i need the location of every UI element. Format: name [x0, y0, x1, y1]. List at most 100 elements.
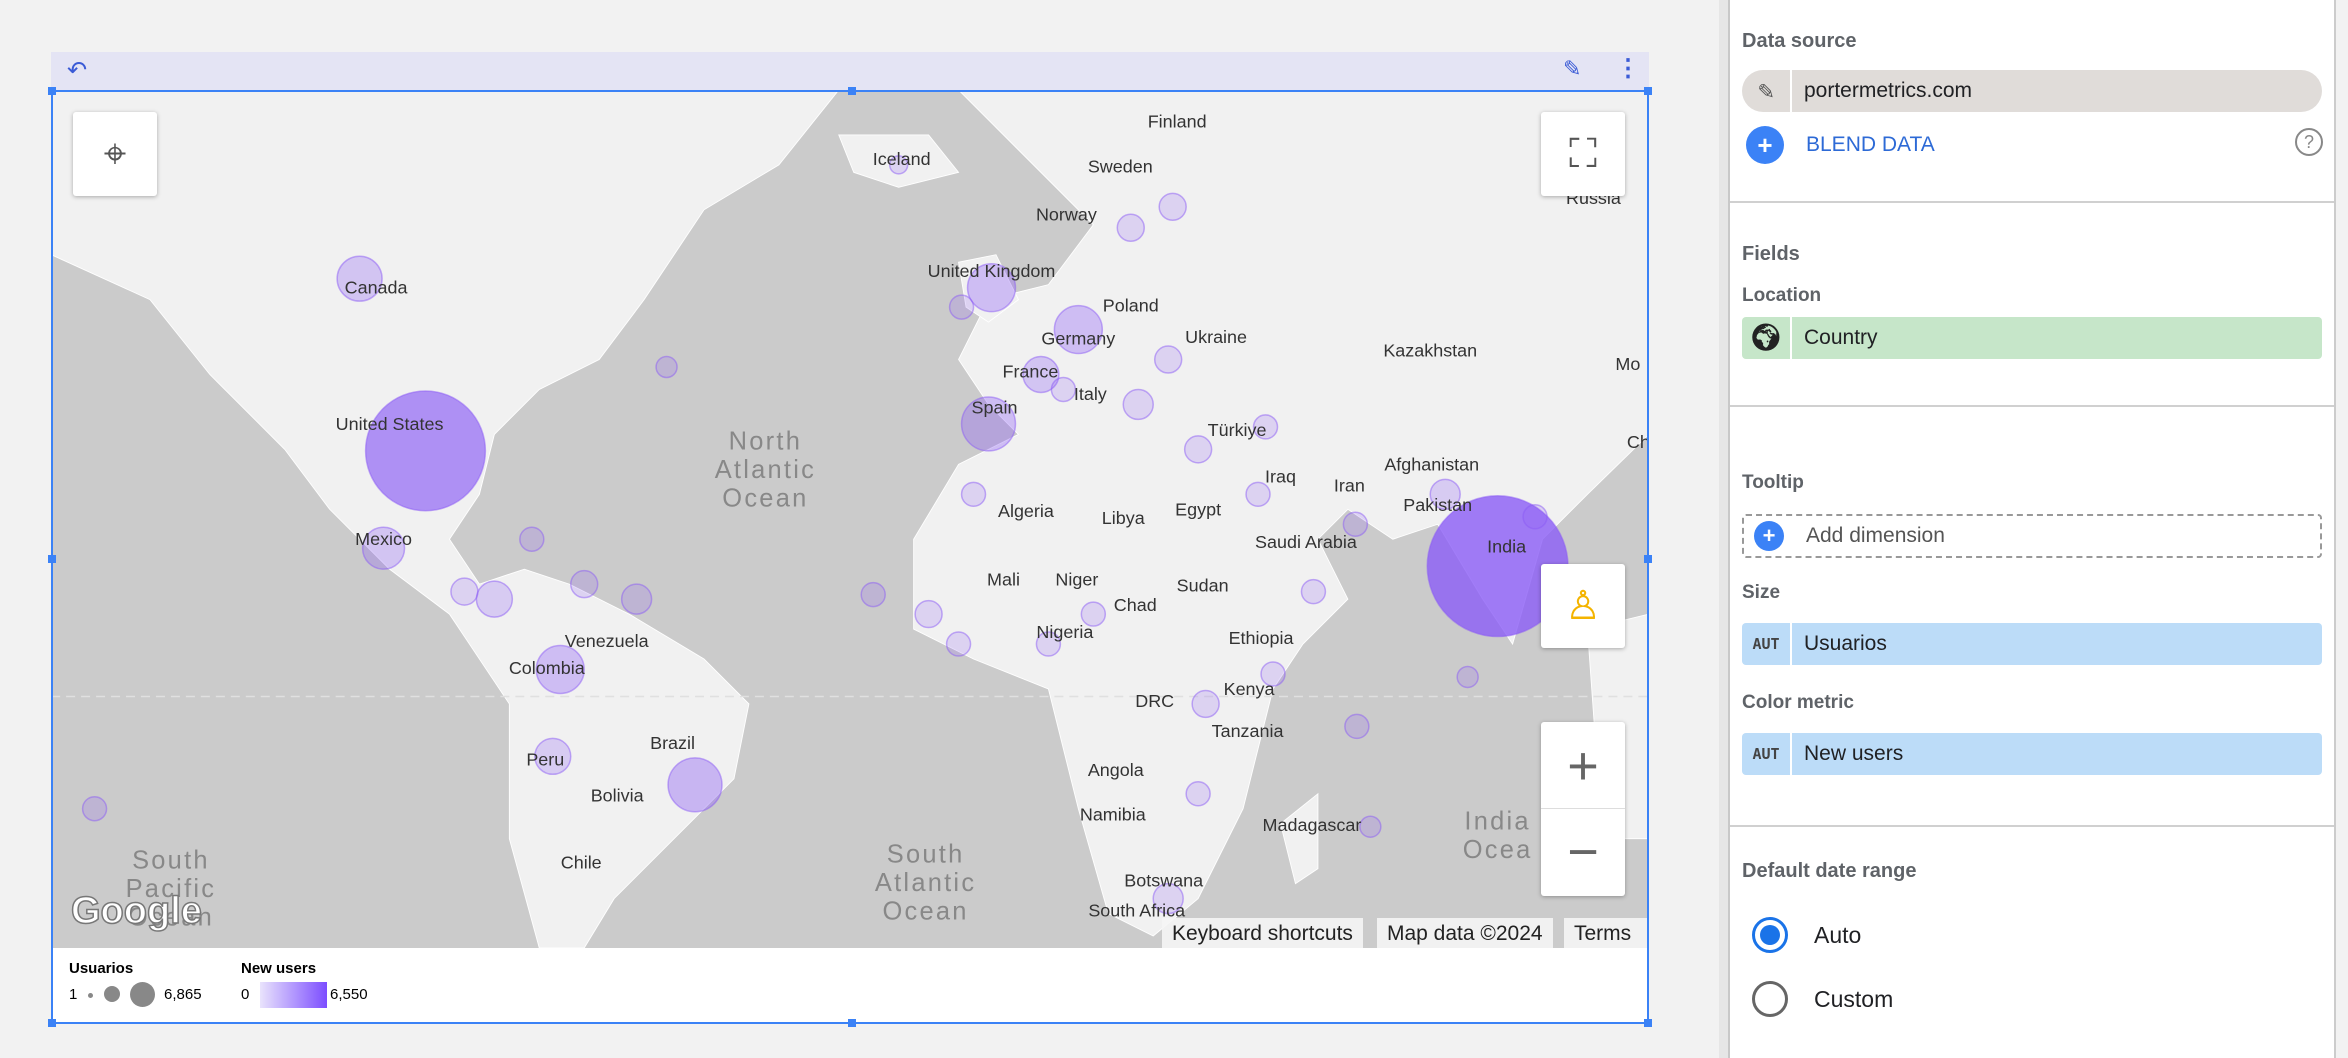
- size-metric-chip[interactable]: AUT Usuarios: [1742, 623, 2322, 665]
- country-label: Kazakhstan: [1383, 341, 1477, 361]
- location-field-chip[interactable]: 🌍︎ Country: [1742, 317, 2322, 359]
- radio-custom[interactable]: [1752, 981, 1788, 1017]
- keyboard-shortcuts-link[interactable]: Keyboard shortcuts: [1162, 918, 1363, 948]
- divider: [1730, 825, 2334, 827]
- help-icon[interactable]: ?: [2295, 128, 2323, 156]
- country-bubble[interactable]: [667, 757, 723, 813]
- bubble-map[interactable]: Finland Iceland Sweden Norway Russia Canada Un…: [51, 90, 1649, 948]
- undo-icon[interactable]: ↶: [67, 56, 87, 85]
- country-label: Mexico: [355, 529, 412, 549]
- panel-resize-bar[interactable]: [1719, 0, 1730, 1058]
- google-logo: Google: [70, 889, 202, 933]
- divider: [1730, 405, 2334, 407]
- country-label: Colombia: [509, 658, 585, 678]
- zoom-control: + −: [1541, 722, 1625, 896]
- size-legend-min: 1: [69, 986, 78, 1003]
- country-bubble[interactable]: [519, 526, 545, 552]
- country-bubble[interactable]: [1185, 781, 1211, 807]
- country-bubble[interactable]: [620, 583, 653, 615]
- color-gradient-bar: [260, 982, 327, 1008]
- zoom-out-button[interactable]: −: [1541, 809, 1625, 895]
- color-legend-title: New users: [241, 960, 317, 977]
- country-label: Saudi Arabia: [1255, 532, 1357, 552]
- size-metric-value: Usuarios: [1804, 632, 1887, 655]
- country-bubble[interactable]: [1116, 213, 1145, 242]
- country-bubble[interactable]: [1183, 435, 1213, 464]
- country-label: Botswana: [1124, 871, 1203, 891]
- country-bubble[interactable]: [1456, 665, 1479, 689]
- country-label: France: [1002, 361, 1058, 381]
- country-label: Iran: [1334, 475, 1365, 495]
- aggregation-type[interactable]: AUT: [1742, 733, 1792, 775]
- country-label: Poland: [1103, 296, 1159, 316]
- country-label: Niger: [1055, 570, 1098, 590]
- country-bubble[interactable]: [960, 481, 987, 508]
- country-bubble[interactable]: [1359, 815, 1382, 838]
- size-large-dot: [130, 982, 155, 1007]
- country-bubble[interactable]: [1344, 713, 1370, 740]
- color-legend-min: 0: [241, 986, 250, 1003]
- country-bubble[interactable]: [1153, 345, 1183, 374]
- country-bubble[interactable]: [1191, 689, 1220, 719]
- location-value: Country: [1804, 326, 1878, 349]
- country-label: Namibia: [1080, 805, 1146, 825]
- ocean-label: Ocean: [883, 898, 969, 926]
- country-label: Norway: [1036, 204, 1097, 224]
- country-bubble[interactable]: [81, 796, 108, 822]
- size-legend-max: 6,865: [164, 986, 202, 1003]
- add-dimension-button[interactable]: + Add dimension: [1742, 514, 2322, 558]
- chart-toolbar: ↶ ✎ ⋮: [51, 52, 1649, 90]
- country-bubble[interactable]: [1300, 578, 1327, 605]
- fullscreen-button[interactable]: ⛶: [1541, 112, 1625, 196]
- size-legend-title: Usuarios: [69, 960, 134, 977]
- country-bubble[interactable]: [450, 577, 479, 606]
- pegman-icon[interactable]: ♙: [1541, 564, 1625, 648]
- map-canvas[interactable]: FinlandIceland SwedenNorwayRussiaCanadaUn…: [51, 90, 1649, 948]
- country-label: Pakistan: [1403, 495, 1472, 515]
- color-metric-value: New users: [1804, 742, 1904, 765]
- country-label: Chile: [561, 853, 602, 873]
- country-bubble[interactable]: [364, 390, 487, 512]
- pencil-icon[interactable]: ✎: [1563, 56, 1581, 82]
- globe-icon: 🌍︎: [1742, 317, 1792, 359]
- country-label: Peru: [526, 749, 564, 769]
- map-data-attribution: Map data ©2024: [1377, 918, 1553, 948]
- pencil-icon[interactable]: ✎: [1742, 70, 1792, 112]
- country-bubble[interactable]: [569, 569, 599, 599]
- data-source-chip[interactable]: ✎ portermetrics.com: [1742, 70, 2322, 112]
- country-label: United States: [336, 414, 444, 434]
- location-button[interactable]: ⌖: [73, 112, 157, 196]
- radio-auto[interactable]: [1752, 917, 1788, 953]
- properties-panel: Data source ✎ portermetrics.com + BLEND …: [1730, 0, 2336, 1058]
- blend-data-button[interactable]: + BLEND DATA: [1746, 126, 1935, 164]
- country-bubble[interactable]: [655, 355, 678, 379]
- country-label: United Kingdom: [928, 261, 1056, 281]
- country-bubble[interactable]: [914, 599, 943, 629]
- country-bubble[interactable]: [860, 581, 886, 608]
- tooltip-label: Tooltip: [1742, 472, 1804, 493]
- country-label: Nigeria: [1036, 622, 1093, 642]
- country-label: Libya: [1102, 508, 1145, 528]
- country-label: Venezuela: [565, 631, 649, 651]
- country-label: Spain: [972, 397, 1018, 417]
- country-label: Italy: [1074, 384, 1107, 404]
- country-bubble[interactable]: [475, 580, 514, 618]
- aggregation-type[interactable]: AUT: [1742, 623, 1792, 665]
- country-bubble[interactable]: [1158, 192, 1187, 222]
- country-label: Angola: [1088, 760, 1144, 780]
- country-bubble[interactable]: [1522, 504, 1548, 530]
- divider: [1730, 201, 2334, 203]
- country-bubble[interactable]: [1122, 388, 1154, 421]
- size-medium-dot: [104, 986, 120, 1002]
- add-dimension-label: Add dimension: [1806, 524, 1945, 547]
- country-bubble[interactable]: [945, 631, 972, 657]
- more-vert-icon[interactable]: ⋮: [1616, 54, 1640, 83]
- color-metric-chip[interactable]: AUT New users: [1742, 733, 2322, 775]
- country-label: DRC: [1135, 691, 1174, 711]
- terms-link[interactable]: Terms: [1564, 918, 1649, 948]
- data-source-name: portermetrics.com: [1804, 79, 1973, 102]
- location-label: Location: [1742, 285, 1822, 306]
- zoom-in-button[interactable]: +: [1541, 723, 1625, 809]
- color-metric-label: Color metric: [1742, 692, 1854, 713]
- country-bubble[interactable]: [948, 294, 975, 320]
